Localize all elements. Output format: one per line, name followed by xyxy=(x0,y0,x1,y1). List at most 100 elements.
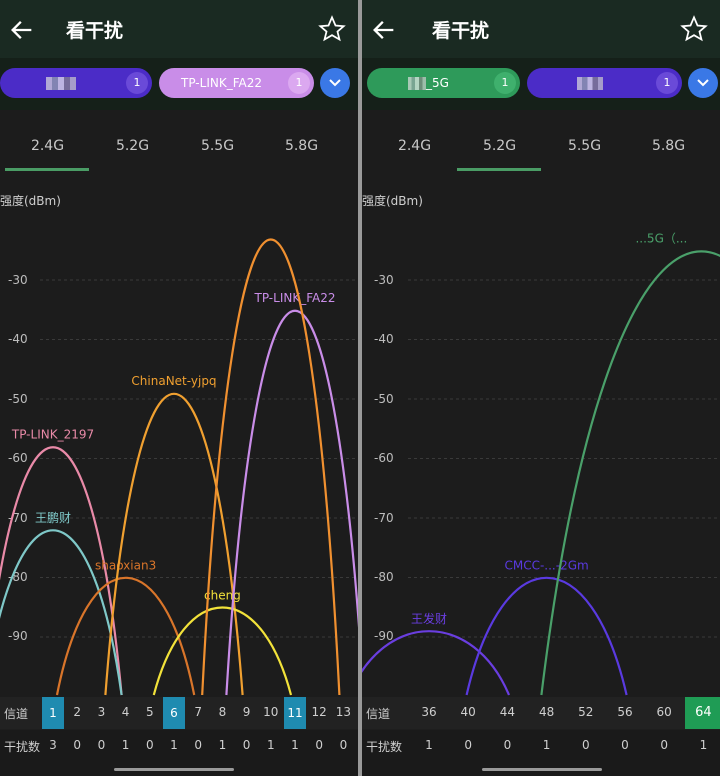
network-label: CMCC-...-2Gm xyxy=(504,559,588,573)
chip-count: 1 xyxy=(126,72,148,94)
signal-plot: 王发财 CMCC-...-2Gm ...5G（... xyxy=(362,231,720,696)
network-chip[interactable]: 1 xyxy=(527,68,682,98)
channel-cell[interactable]: 8 xyxy=(211,705,233,719)
chip-count: 1 xyxy=(494,72,516,94)
interference-cell: 0 xyxy=(621,738,629,752)
network-label: ...5G（... xyxy=(635,231,687,245)
interference-cell: 1 xyxy=(542,738,551,752)
dropdown-button[interactable] xyxy=(688,68,718,98)
signal-curve xyxy=(540,250,720,696)
channel-cell[interactable]: 11 xyxy=(284,697,306,729)
network-chip-row: _5G 1 1 xyxy=(362,58,720,110)
channel-row: 信道 36 40 44 48 52 56 60 64 xyxy=(362,697,720,729)
channel-cell[interactable]: 64 xyxy=(685,697,720,729)
interference-cell: 0 xyxy=(315,738,323,752)
network-label: ChinaNet-yjpq xyxy=(131,374,216,388)
signal-plot: TP-LINK_2197 王鹏财 shaoxian3 ChinaNet-yjpq che… xyxy=(0,238,358,696)
interference-cell: 0 xyxy=(145,738,154,752)
channel-cell[interactable]: 48 xyxy=(536,705,558,719)
chart-area: 2.4G 5.2G 5.5G 5.8G 强度(dBm) -30 -40 -50 … xyxy=(0,110,358,698)
nav-bar xyxy=(362,762,720,776)
interference-cell: 1 xyxy=(266,738,275,752)
channel-cell[interactable]: 52 xyxy=(575,705,597,719)
interference-cell: 0 xyxy=(242,738,251,752)
home-handle[interactable] xyxy=(114,768,234,771)
star-icon[interactable] xyxy=(318,15,346,43)
channel-cell[interactable]: 40 xyxy=(457,705,479,719)
chip-count: 1 xyxy=(288,72,310,94)
home-handle[interactable] xyxy=(482,768,602,771)
masked-ssid xyxy=(408,77,427,90)
interference-cell: 1 xyxy=(218,738,227,752)
chip-count: 1 xyxy=(656,72,678,94)
channel-cell[interactable]: 4 xyxy=(115,705,137,719)
channel-cell[interactable]: 10 xyxy=(260,705,282,719)
app-bar: 看干扰 xyxy=(0,0,358,58)
interference-cell: 0 xyxy=(660,738,668,752)
network-label: cheng xyxy=(204,588,241,602)
channel-cell[interactable]: 3 xyxy=(90,705,112,719)
interference-cell: 0 xyxy=(581,738,590,752)
chevron-down-icon xyxy=(697,79,709,87)
network-label: shaoxian3 xyxy=(95,559,156,573)
signal-curve xyxy=(55,576,196,696)
interference-cell: 0 xyxy=(194,738,202,752)
page-title: 看干扰 xyxy=(66,20,124,42)
channel-row-label: 信道 xyxy=(366,707,391,721)
interference-cell: 1 xyxy=(170,738,178,752)
network-label: 王鹏财 xyxy=(35,511,71,525)
interference-cell: 0 xyxy=(464,738,472,752)
left-phone-screen: 看干扰 1 TP-LINK_FA22 1 2.4G 5.2G 5.5G 5.8G… xyxy=(0,0,358,776)
interference-row: 干扰数 3 0 0 1 0 1 0 1 0 1 1 0 0 xyxy=(0,730,358,762)
interference-row-label: 干扰数 xyxy=(366,740,403,754)
channel-cell[interactable]: 6 xyxy=(163,697,185,729)
masked-ssid xyxy=(576,77,603,90)
star-icon[interactable] xyxy=(680,15,708,43)
channel-cell[interactable]: 44 xyxy=(496,705,518,719)
page-title: 看干扰 xyxy=(432,20,490,42)
interference-cell: 1 xyxy=(291,738,299,752)
back-arrow-icon[interactable] xyxy=(370,16,398,44)
masked-ssid xyxy=(46,77,76,90)
interference-row: 干扰数 1 0 0 1 0 0 0 1 xyxy=(362,730,720,762)
chevron-down-icon xyxy=(329,79,341,87)
signal-curve xyxy=(465,576,628,696)
channel-cell[interactable]: 2 xyxy=(66,705,88,719)
interference-row-label: 干扰数 xyxy=(4,740,41,754)
network-label: TP-LINK_FA22 xyxy=(254,291,336,305)
back-arrow-icon[interactable] xyxy=(8,16,36,44)
interference-cell: 3 xyxy=(49,738,57,752)
channel-cell[interactable]: 9 xyxy=(236,705,258,719)
interference-cell: 1 xyxy=(121,738,130,752)
signal-curve xyxy=(152,606,293,696)
channel-cell[interactable]: 7 xyxy=(187,705,209,719)
interference-cell: 1 xyxy=(699,738,708,752)
channel-cell[interactable]: 56 xyxy=(614,705,636,719)
network-chip-selected[interactable]: _5G 1 xyxy=(367,68,520,98)
interference-cell: 0 xyxy=(73,738,81,752)
network-chip[interactable]: 1 xyxy=(0,68,152,98)
channel-cell[interactable]: 12 xyxy=(308,705,330,719)
network-chip-selected[interactable]: TP-LINK_FA22 1 xyxy=(159,68,314,98)
channel-cell[interactable]: 5 xyxy=(139,705,161,719)
chip-label: TP-LINK_FA22 xyxy=(181,76,262,90)
dropdown-button[interactable] xyxy=(320,68,350,98)
channel-cell[interactable]: 1 xyxy=(42,697,64,729)
network-chip-row: 1 TP-LINK_FA22 1 xyxy=(0,58,358,110)
signal-curve xyxy=(362,630,511,696)
channel-cell[interactable]: 36 xyxy=(418,705,440,719)
nav-bar xyxy=(0,762,358,776)
right-phone-screen: 看干扰 _5G 1 1 2.4G 5.2G 5.5G 5.8G 强度(dBm) … xyxy=(362,0,720,776)
channel-row-label: 信道 xyxy=(4,707,29,721)
interference-cell: 0 xyxy=(97,738,106,752)
channel-cell[interactable]: 13 xyxy=(332,705,354,719)
network-label: 王发财 xyxy=(411,611,447,626)
channel-row: 信道 1 2 3 4 5 6 7 8 9 10 11 12 13 xyxy=(0,697,358,729)
channel-cell[interactable]: 60 xyxy=(653,705,675,719)
signal-curve xyxy=(201,238,341,696)
chip-label: _5G xyxy=(426,76,449,90)
interference-cell: 1 xyxy=(425,738,433,752)
chart-area: 2.4G 5.2G 5.5G 5.8G 强度(dBm) -30 -40 -50 … xyxy=(362,110,720,698)
network-label: TP-LINK_2197 xyxy=(11,428,94,442)
interference-cell: 0 xyxy=(339,738,348,752)
